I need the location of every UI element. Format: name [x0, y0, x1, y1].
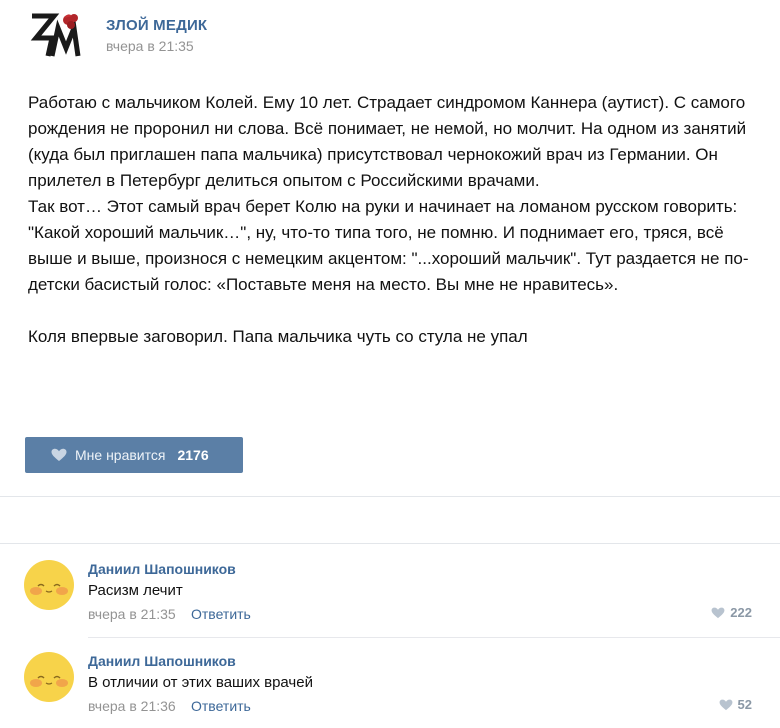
comment: Даниил Шапошников В отличии от этих ваши… [0, 636, 780, 728]
smiley-face-icon[interactable] [24, 560, 74, 610]
comments-spacer [0, 497, 780, 543]
heart-icon [711, 607, 725, 618]
reply-link[interactable]: Ответить [191, 606, 251, 622]
heart-icon [719, 699, 732, 710]
comment-like-count: 52 [737, 697, 752, 712]
comment: Даниил Шапошников Расизм лечит вчера в 2… [0, 544, 780, 636]
comment-author[interactable]: Даниил Шапошников [88, 653, 236, 669]
comment-text: В отличии от этих ваших врачей [88, 674, 313, 691]
post-time[interactable]: вчера в 21:35 [106, 38, 194, 54]
comment-like-button[interactable]: 222 [711, 605, 752, 620]
comment-time[interactable]: вчера в 21:35 [88, 606, 176, 622]
community-logo-icon[interactable] [28, 10, 86, 62]
heart-icon [51, 448, 67, 461]
comment-time[interactable]: вчера в 21:36 [88, 698, 176, 714]
like-count: 2176 [177, 447, 209, 463]
comment-like-button[interactable]: 52 [719, 697, 752, 712]
comment-like-count: 222 [730, 605, 752, 620]
smiley-face-icon[interactable] [24, 652, 74, 702]
post-header: ЗЛОЙ МЕДИК вчера в 21:35 [28, 10, 628, 62]
like-button[interactable]: Мне нравится 2176 [25, 437, 243, 473]
comment-author[interactable]: Даниил Шапошников [88, 561, 236, 577]
post-author-name[interactable]: ЗЛОЙ МЕДИК [106, 17, 207, 34]
like-button-label: Мне нравится [75, 447, 166, 463]
post-text: Работаю с мальчиком Колей. Ему 10 лет. С… [28, 93, 749, 346]
reply-link[interactable]: Ответить [191, 698, 251, 714]
comment-text: Расизм лечит [88, 582, 183, 599]
